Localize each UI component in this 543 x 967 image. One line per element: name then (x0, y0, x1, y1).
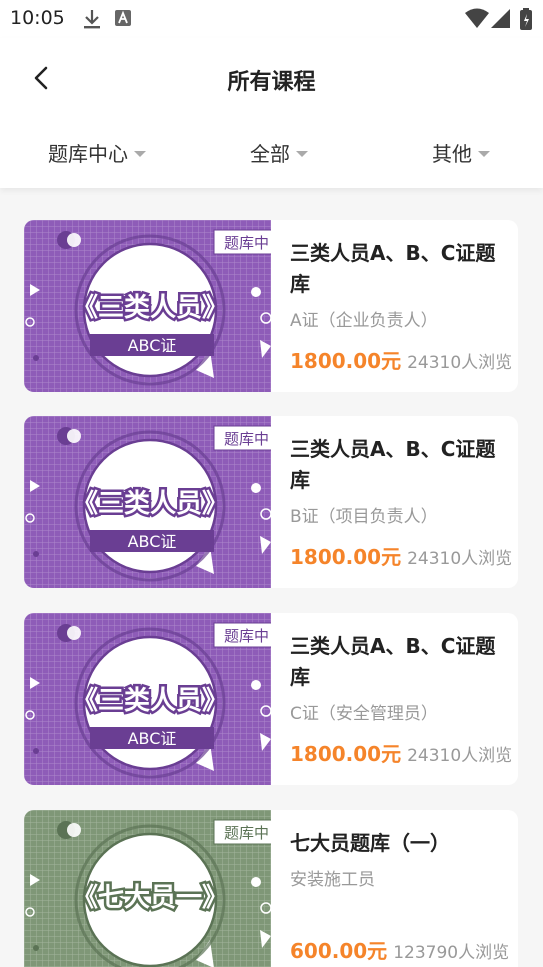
filter-other-label: 其他 (432, 142, 472, 166)
course-subtitle: 安装施工员 (290, 870, 375, 890)
download-icon (84, 10, 100, 29)
svg-text:《三类人员》: 《三类人员》 (72, 489, 228, 519)
course-price: 1800.00元 (290, 545, 402, 569)
course-thumbnail: 题库中《三类人员》 ABC证 (24, 613, 271, 785)
course-card[interactable]: 题库中《三类人员》 ABC证 三类人员A、B、C证题库 A证（企业负责人） 180… (24, 220, 518, 392)
course-price: 1800.00元 (290, 742, 402, 766)
course-price: 600.00元 (290, 939, 388, 963)
filter-category[interactable]: 题库中心 (48, 138, 146, 167)
course-title: 七大员题库（一） (290, 831, 450, 855)
chevron-down-icon (296, 150, 308, 157)
course-price: 1800.00元 (290, 349, 402, 373)
app-notification-icon (115, 10, 131, 26)
filter-other[interactable]: 其他 (432, 138, 490, 167)
course-subtitle: C证（安全管理员） (290, 704, 438, 724)
chevron-down-icon (134, 150, 146, 157)
course-views: 24310人浏览 (407, 746, 513, 766)
course-subtitle: B证（项目负责人） (290, 507, 438, 527)
signal-icon (491, 9, 510, 28)
svg-text:《七大员一》: 《七大员一》 (72, 883, 228, 913)
svg-text:ABC证: ABC证 (128, 729, 177, 748)
filter-scope-label: 全部 (250, 142, 290, 166)
course-views: 123790人浏览 (393, 943, 510, 963)
status-time: 10:05 (10, 7, 65, 29)
svg-text:《三类人员》: 《三类人员》 (72, 293, 228, 323)
chevron-down-icon (478, 150, 490, 157)
svg-text:题库中: 题库中 (224, 824, 269, 842)
svg-text:ABC证: ABC证 (128, 532, 177, 551)
course-subtitle: A证（企业负责人） (290, 311, 438, 331)
filter-scope[interactable]: 全部 (250, 138, 308, 167)
filter-bar: 题库中心 全部 其他 (0, 138, 543, 172)
course-card[interactable]: 题库中《三类人员》 ABC证 三类人员A、B、C证题库 C证（安全管理员） 180… (24, 613, 518, 785)
course-views: 24310人浏览 (407, 353, 513, 373)
course-title: 三类人员A、B、C证题库 (290, 241, 496, 296)
battery-icon (520, 8, 532, 30)
course-views: 24310人浏览 (407, 549, 513, 569)
svg-text:《三类人员》: 《三类人员》 (72, 686, 228, 716)
course-title: 三类人员A、B、C证题库 (290, 634, 496, 689)
wifi-icon (465, 8, 489, 28)
filter-category-label: 题库中心 (48, 142, 128, 166)
svg-text:ABC证: ABC证 (128, 336, 177, 355)
course-thumbnail: 题库中《七大员一》 (24, 810, 271, 967)
status-bar: 10:05 (0, 0, 543, 38)
course-title: 三类人员A、B、C证题库 (290, 437, 496, 492)
header: 所有课程 题库中心 全部 其他 (0, 38, 543, 188)
svg-text:题库中: 题库中 (224, 627, 269, 645)
page-title: 所有课程 (227, 70, 316, 95)
course-card[interactable]: 题库中《三类人员》 ABC证 三类人员A、B、C证题库 B证（项目负责人） 180… (24, 416, 518, 588)
svg-text:题库中: 题库中 (224, 234, 269, 252)
svg-text:题库中: 题库中 (224, 430, 269, 448)
course-thumbnail: 题库中《三类人员》 ABC证 (24, 416, 271, 588)
course-thumbnail: 题库中《三类人员》 ABC证 (24, 220, 271, 392)
course-card[interactable]: 题库中《七大员一》 七大员题库（一） 安装施工员 600.00元 123790人浏… (24, 810, 518, 967)
